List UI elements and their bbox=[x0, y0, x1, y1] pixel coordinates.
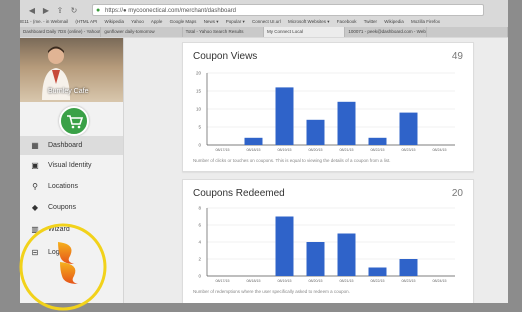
app-logo-icon bbox=[58, 242, 78, 284]
url-bar[interactable]: ● https://● mycoonectical.com/merchant/d… bbox=[92, 4, 484, 16]
x-tick-label: 08/18/15 bbox=[247, 148, 261, 152]
bar bbox=[399, 259, 418, 276]
x-tick-label: 08/24/15 bbox=[433, 279, 447, 283]
bar bbox=[368, 267, 387, 276]
sidebar-item-dashboard[interactable]: ▦ Dashboard bbox=[20, 136, 123, 155]
coupon-views-card: Coupon Views 49 0 5 10 15 20 08/17/15 08/18/15… bbox=[182, 42, 474, 172]
x-tick-label: 08/24/15 bbox=[433, 148, 447, 152]
card-count: 49 bbox=[451, 51, 463, 62]
bar bbox=[306, 119, 325, 145]
bar bbox=[275, 216, 294, 276]
bar bbox=[306, 242, 325, 276]
x-tick-label: 08/22/15 bbox=[371, 148, 385, 152]
bookmark[interactable]: Apple bbox=[151, 19, 163, 24]
bar bbox=[244, 137, 263, 145]
bookmarks-bar: IE11 - (me. - in Webmail (HTML API Wikip… bbox=[20, 17, 508, 26]
sidebar-item-label: Dashboard bbox=[48, 142, 83, 149]
x-tick-label: 08/17/15 bbox=[216, 279, 230, 283]
reload-icon[interactable]: ↻ bbox=[68, 6, 80, 15]
y-tick-label: 10 bbox=[196, 107, 202, 112]
forward-icon[interactable]: ▶ bbox=[40, 6, 52, 15]
x-tick-label: 08/18/15 bbox=[247, 279, 261, 283]
bar bbox=[368, 137, 387, 145]
x-tick-label: 08/17/15 bbox=[216, 148, 230, 152]
x-tick-label: 08/19/15 bbox=[278, 279, 292, 283]
sidebar-item-visual-identity[interactable]: ▣ Visual Identity bbox=[20, 156, 123, 175]
browser-chrome: ◀ ▶ ⇪ ↻ ● https://● mycoonectical.com/me… bbox=[20, 0, 508, 38]
x-tick-label: 08/23/15 bbox=[402, 148, 416, 152]
coupon-views-chart: 0 5 10 15 20 08/17/15 08/18/15 08/19/15 08/20/15… bbox=[196, 71, 455, 152]
dashboard-icon: ▦ bbox=[31, 141, 39, 150]
card-note: Number of clicks or touches on coupons. … bbox=[193, 158, 391, 163]
card-title: Coupons Redeemed bbox=[193, 188, 285, 199]
y-tick-label: 4 bbox=[198, 240, 201, 245]
bookmark[interactable]: Google Maps bbox=[170, 19, 197, 24]
y-tick-label: 5 bbox=[198, 125, 201, 130]
profile-banner: Burnley Cafe bbox=[20, 38, 123, 102]
bookmark[interactable]: Wikipedia bbox=[384, 19, 404, 24]
y-tick-label: 6 bbox=[198, 223, 201, 228]
shopping-cart-icon[interactable] bbox=[59, 106, 89, 136]
browser-tab[interactable]: 100071 - peek@dashboard.com - Webmail bbox=[345, 27, 427, 37]
y-tick-label: 2 bbox=[198, 257, 201, 262]
bookmark[interactable]: Wikipedia bbox=[104, 19, 124, 24]
coupons-redeemed-card: Coupons Redeemed 20 0 2 4 6 8 08/17/15 08/18/1… bbox=[182, 179, 474, 303]
x-tick-label: 08/20/15 bbox=[309, 148, 323, 152]
sidebar-item-label: Coupons bbox=[48, 204, 77, 211]
browser-tab-active[interactable]: My Connect Local bbox=[263, 27, 346, 37]
browser-tab[interactable]: Total - Yahoo Search Results bbox=[182, 27, 264, 37]
bar bbox=[399, 112, 418, 145]
bookmark[interactable]: IE11 - (me. - in Webmail bbox=[20, 19, 68, 24]
x-tick-label: 08/21/15 bbox=[340, 148, 354, 152]
image-icon: ▣ bbox=[31, 161, 39, 170]
x-tick-label: 08/22/15 bbox=[371, 279, 385, 283]
y-tick-label: 0 bbox=[198, 143, 201, 148]
bookmark[interactable]: Microsoft Websites ▾ bbox=[288, 19, 329, 24]
tag-icon: ◆ bbox=[31, 203, 39, 212]
bookmark[interactable]: Facebook bbox=[337, 19, 357, 24]
y-tick-label: 20 bbox=[196, 71, 202, 76]
location-pin-icon: ⚲ bbox=[32, 182, 38, 191]
share-icon[interactable]: ⇪ bbox=[54, 6, 66, 15]
lock-icon: ● bbox=[96, 7, 101, 14]
coupons-redeemed-chart: 0 2 4 6 8 08/17/15 08/18/15 08/19/15 08/20/15 08/… bbox=[198, 206, 455, 283]
sidebar-item-label: Locations bbox=[48, 183, 78, 190]
y-tick-label: 8 bbox=[198, 206, 201, 211]
main-content: Coupon Views 49 0 5 10 15 20 08/17/15 08/18/15… bbox=[124, 38, 508, 303]
profile-label: Burnley Cafe bbox=[48, 88, 89, 95]
x-tick-label: 08/21/15 bbox=[340, 279, 354, 283]
y-tick-label: 0 bbox=[198, 274, 201, 279]
bookmark[interactable]: Mozilla Firefox bbox=[411, 19, 440, 24]
x-tick-label: 08/23/15 bbox=[402, 279, 416, 283]
bookmark[interactable]: (HTML API bbox=[75, 19, 97, 24]
bar bbox=[275, 87, 294, 145]
browser-tab[interactable]: gunflower daily-tomorrow bbox=[101, 27, 183, 37]
bar bbox=[337, 233, 356, 276]
bookmark[interactable]: Popular ▾ bbox=[226, 19, 245, 24]
x-tick-label: 08/19/15 bbox=[278, 148, 292, 152]
card-title: Coupon Views bbox=[193, 51, 258, 62]
bar bbox=[337, 101, 356, 145]
browser-tab[interactable]: Dashboard Daily 7DS (online) - Yahoo! Se… bbox=[20, 27, 102, 37]
card-note: Number of redemptions where the user spe… bbox=[193, 289, 350, 294]
y-tick-label: 15 bbox=[196, 89, 202, 94]
sidebar-item-locations[interactable]: ⚲ Locations bbox=[20, 177, 123, 196]
sidebar-item-label: Visual Identity bbox=[48, 162, 92, 169]
bookmark[interactable]: Twitter bbox=[364, 19, 377, 24]
tab-strip: Dashboard Daily 7DS (online) - Yahoo! Se… bbox=[20, 27, 508, 37]
bookmark[interactable]: News ▾ bbox=[204, 19, 219, 24]
back-icon[interactable]: ◀ bbox=[26, 6, 38, 15]
card-count: 20 bbox=[451, 188, 463, 199]
bookmark[interactable]: Yahoo bbox=[131, 19, 144, 24]
browser-tab[interactable] bbox=[426, 27, 508, 37]
bookmark[interactable]: Connect UI.url bbox=[252, 19, 281, 24]
url-text: https://● mycoonectical.com/merchant/das… bbox=[105, 8, 237, 14]
x-tick-label: 08/20/15 bbox=[309, 279, 323, 283]
sidebar-item-coupons[interactable]: ◆ Coupons bbox=[20, 198, 123, 217]
